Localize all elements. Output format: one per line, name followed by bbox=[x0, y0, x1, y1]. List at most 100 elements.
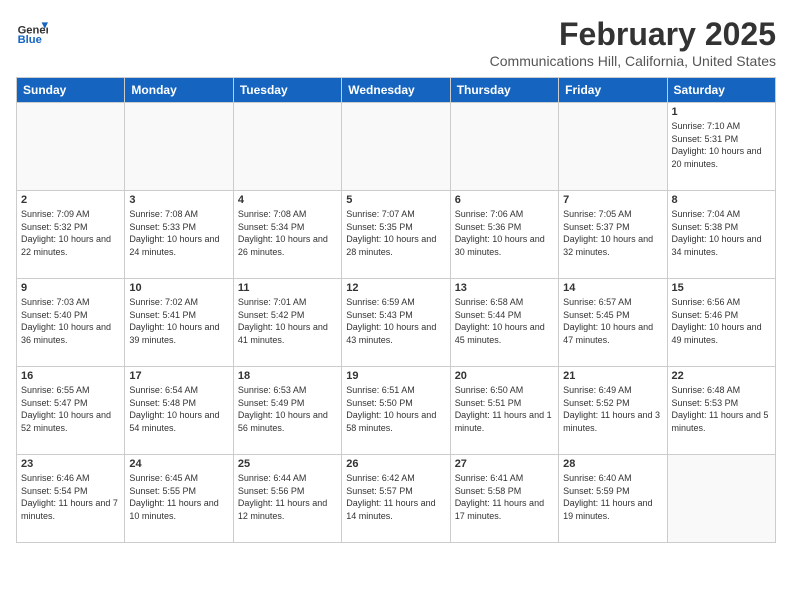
week-row-2: 9 Sunrise: 7:03 AM Sunset: 5:40 PM Daylig… bbox=[17, 279, 776, 367]
day-info: Sunrise: 6:55 AM Sunset: 5:47 PM Dayligh… bbox=[21, 384, 120, 434]
day-info: Sunrise: 6:59 AM Sunset: 5:43 PM Dayligh… bbox=[346, 296, 445, 346]
day-info: Sunrise: 6:53 AM Sunset: 5:49 PM Dayligh… bbox=[238, 384, 337, 434]
weekday-header-wednesday: Wednesday bbox=[342, 78, 450, 103]
page-header: General Blue February 2025 Communication… bbox=[16, 16, 776, 69]
day-number: 11 bbox=[238, 282, 337, 294]
day-number: 25 bbox=[238, 458, 337, 470]
day-number: 15 bbox=[672, 282, 771, 294]
day-info: Sunrise: 6:40 AM Sunset: 5:59 PM Dayligh… bbox=[563, 472, 662, 522]
day-number: 18 bbox=[238, 370, 337, 382]
day-info: Sunrise: 6:56 AM Sunset: 5:46 PM Dayligh… bbox=[672, 296, 771, 346]
day-info: Sunrise: 6:58 AM Sunset: 5:44 PM Dayligh… bbox=[455, 296, 554, 346]
day-info: Sunrise: 6:54 AM Sunset: 5:48 PM Dayligh… bbox=[129, 384, 228, 434]
calendar-cell: 15 Sunrise: 6:56 AM Sunset: 5:46 PM Dayli… bbox=[667, 279, 775, 367]
calendar-cell: 2 Sunrise: 7:09 AM Sunset: 5:32 PM Daylig… bbox=[17, 191, 125, 279]
day-number: 26 bbox=[346, 458, 445, 470]
week-row-1: 2 Sunrise: 7:09 AM Sunset: 5:32 PM Daylig… bbox=[17, 191, 776, 279]
day-number: 4 bbox=[238, 194, 337, 206]
calendar-cell: 27 Sunrise: 6:41 AM Sunset: 5:58 PM Dayli… bbox=[450, 455, 558, 543]
day-number: 14 bbox=[563, 282, 662, 294]
day-number: 19 bbox=[346, 370, 445, 382]
day-info: Sunrise: 6:41 AM Sunset: 5:58 PM Dayligh… bbox=[455, 472, 554, 522]
day-number: 24 bbox=[129, 458, 228, 470]
day-info: Sunrise: 7:02 AM Sunset: 5:41 PM Dayligh… bbox=[129, 296, 228, 346]
calendar-cell: 12Sunrise: 6:59 AM Sunset: 5:43 PM Dayli… bbox=[342, 279, 450, 367]
day-info: Sunrise: 6:45 AM Sunset: 5:55 PM Dayligh… bbox=[129, 472, 228, 522]
day-info: Sunrise: 6:48 AM Sunset: 5:53 PM Dayligh… bbox=[672, 384, 771, 434]
day-number: 21 bbox=[563, 370, 662, 382]
calendar-cell bbox=[342, 103, 450, 191]
calendar-cell: 1Sunrise: 7:10 AM Sunset: 5:31 PM Daylig… bbox=[667, 103, 775, 191]
calendar-cell: 3 Sunrise: 7:08 AM Sunset: 5:33 PM Daylig… bbox=[125, 191, 233, 279]
calendar-cell: 25 Sunrise: 6:44 AM Sunset: 5:56 PM Dayli… bbox=[233, 455, 341, 543]
day-number: 6 bbox=[455, 194, 554, 206]
day-info: Sunrise: 6:57 AM Sunset: 5:45 PM Dayligh… bbox=[563, 296, 662, 346]
day-info: Sunrise: 6:46 AM Sunset: 5:54 PM Dayligh… bbox=[21, 472, 120, 522]
day-number: 9 bbox=[21, 282, 120, 294]
logo-icon: General Blue bbox=[16, 16, 48, 48]
title-block: February 2025 Communications Hill, Calif… bbox=[490, 16, 776, 69]
calendar-cell: 8 Sunrise: 7:04 AM Sunset: 5:38 PM Daylig… bbox=[667, 191, 775, 279]
day-number: 3 bbox=[129, 194, 228, 206]
day-number: 2 bbox=[21, 194, 120, 206]
day-info: Sunrise: 7:09 AM Sunset: 5:32 PM Dayligh… bbox=[21, 208, 120, 258]
calendar-cell: 26 Sunrise: 6:42 AM Sunset: 5:57 PM Dayli… bbox=[342, 455, 450, 543]
calendar-cell: 28 Sunrise: 6:40 AM Sunset: 5:59 PM Dayli… bbox=[559, 455, 667, 543]
day-number: 7 bbox=[563, 194, 662, 206]
day-number: 10 bbox=[129, 282, 228, 294]
weekday-header-thursday: Thursday bbox=[450, 78, 558, 103]
day-info: Sunrise: 7:07 AM Sunset: 5:35 PM Dayligh… bbox=[346, 208, 445, 258]
logo: General Blue bbox=[16, 16, 48, 48]
calendar-cell: 5 Sunrise: 7:07 AM Sunset: 5:35 PM Daylig… bbox=[342, 191, 450, 279]
day-number: 28 bbox=[563, 458, 662, 470]
weekday-header-saturday: Saturday bbox=[667, 78, 775, 103]
calendar-cell: 21 Sunrise: 6:49 AM Sunset: 5:52 PM Dayli… bbox=[559, 367, 667, 455]
calendar-cell: 10 Sunrise: 7:02 AM Sunset: 5:41 PM Dayli… bbox=[125, 279, 233, 367]
calendar-cell: 19 Sunrise: 6:51 AM Sunset: 5:50 PM Dayli… bbox=[342, 367, 450, 455]
week-row-0: 1Sunrise: 7:10 AM Sunset: 5:31 PM Daylig… bbox=[17, 103, 776, 191]
day-number: 27 bbox=[455, 458, 554, 470]
weekday-header-friday: Friday bbox=[559, 78, 667, 103]
day-number: 16 bbox=[21, 370, 120, 382]
subtitle: Communications Hill, California, United … bbox=[490, 53, 776, 69]
calendar-cell: 14 Sunrise: 6:57 AM Sunset: 5:45 PM Dayli… bbox=[559, 279, 667, 367]
calendar-cell: 9 Sunrise: 7:03 AM Sunset: 5:40 PM Daylig… bbox=[17, 279, 125, 367]
day-info: Sunrise: 6:51 AM Sunset: 5:50 PM Dayligh… bbox=[346, 384, 445, 434]
calendar-cell bbox=[17, 103, 125, 191]
calendar-cell: 20Sunrise: 6:50 AM Sunset: 5:51 PM Dayli… bbox=[450, 367, 558, 455]
day-info: Sunrise: 7:08 AM Sunset: 5:33 PM Dayligh… bbox=[129, 208, 228, 258]
day-number: 20 bbox=[455, 370, 554, 382]
calendar-cell: 13 Sunrise: 6:58 AM Sunset: 5:44 PM Dayli… bbox=[450, 279, 558, 367]
calendar-cell bbox=[559, 103, 667, 191]
day-number: 5 bbox=[346, 194, 445, 206]
calendar-cell: 24 Sunrise: 6:45 AM Sunset: 5:55 PM Dayli… bbox=[125, 455, 233, 543]
day-info: Sunrise: 7:06 AM Sunset: 5:36 PM Dayligh… bbox=[455, 208, 554, 258]
day-info: Sunrise: 6:49 AM Sunset: 5:52 PM Dayligh… bbox=[563, 384, 662, 434]
calendar-cell bbox=[667, 455, 775, 543]
calendar-cell: 23Sunrise: 6:46 AM Sunset: 5:54 PM Dayli… bbox=[17, 455, 125, 543]
day-number: 8 bbox=[672, 194, 771, 206]
svg-text:Blue: Blue bbox=[18, 34, 42, 46]
day-info: Sunrise: 6:44 AM Sunset: 5:56 PM Dayligh… bbox=[238, 472, 337, 522]
weekday-header-tuesday: Tuesday bbox=[233, 78, 341, 103]
day-number: 22 bbox=[672, 370, 771, 382]
calendar-cell: 7 Sunrise: 7:05 AM Sunset: 5:37 PM Daylig… bbox=[559, 191, 667, 279]
calendar-cell: 18 Sunrise: 6:53 AM Sunset: 5:49 PM Dayli… bbox=[233, 367, 341, 455]
day-info: Sunrise: 6:42 AM Sunset: 5:57 PM Dayligh… bbox=[346, 472, 445, 522]
calendar-cell: 22 Sunrise: 6:48 AM Sunset: 5:53 PM Dayli… bbox=[667, 367, 775, 455]
calendar-cell: 4Sunrise: 7:08 AM Sunset: 5:34 PM Daylig… bbox=[233, 191, 341, 279]
week-row-4: 23Sunrise: 6:46 AM Sunset: 5:54 PM Dayli… bbox=[17, 455, 776, 543]
calendar-cell bbox=[233, 103, 341, 191]
calendar-cell: 11Sunrise: 7:01 AM Sunset: 5:42 PM Dayli… bbox=[233, 279, 341, 367]
day-info: Sunrise: 7:05 AM Sunset: 5:37 PM Dayligh… bbox=[563, 208, 662, 258]
day-info: Sunrise: 7:04 AM Sunset: 5:38 PM Dayligh… bbox=[672, 208, 771, 258]
day-info: Sunrise: 7:10 AM Sunset: 5:31 PM Dayligh… bbox=[672, 120, 771, 170]
calendar-cell bbox=[125, 103, 233, 191]
calendar-cell: 17 Sunrise: 6:54 AM Sunset: 5:48 PM Dayli… bbox=[125, 367, 233, 455]
day-number: 17 bbox=[129, 370, 228, 382]
calendar-cell: 16 Sunrise: 6:55 AM Sunset: 5:47 PM Dayli… bbox=[17, 367, 125, 455]
calendar-cell bbox=[450, 103, 558, 191]
day-number: 13 bbox=[455, 282, 554, 294]
weekday-header-sunday: Sunday bbox=[17, 78, 125, 103]
day-info: Sunrise: 7:03 AM Sunset: 5:40 PM Dayligh… bbox=[21, 296, 120, 346]
